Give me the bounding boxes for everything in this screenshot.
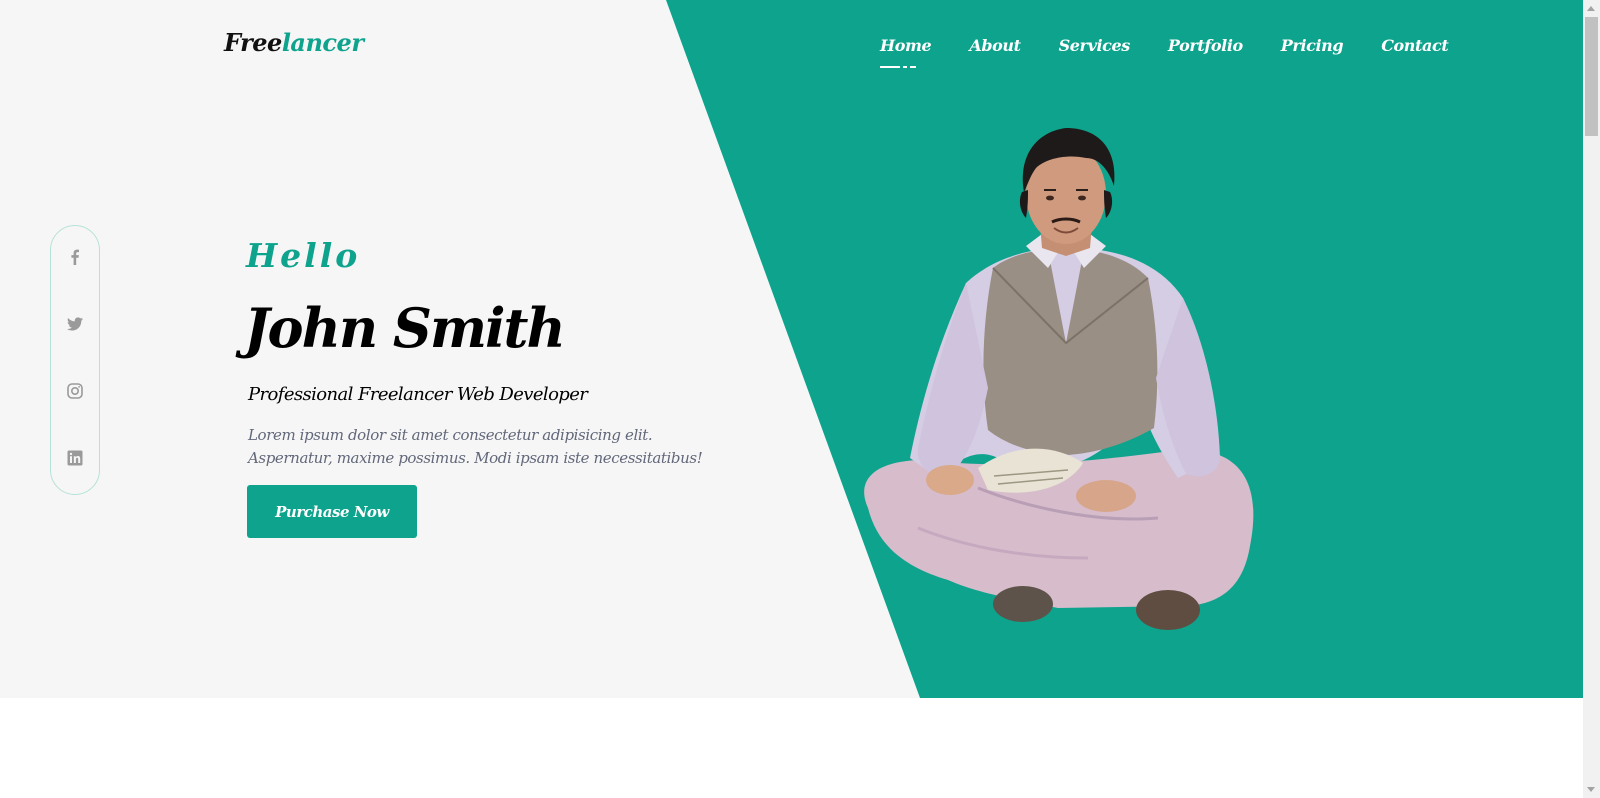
instagram-icon[interactable] — [66, 382, 84, 400]
main-nav: Home About Services Portfolio Pricing Co… — [880, 36, 1486, 68]
nav-contact[interactable]: Contact — [1381, 36, 1449, 55]
social-links — [50, 225, 100, 495]
facebook-icon[interactable] — [66, 248, 84, 266]
vertical-scrollbar[interactable] — [1583, 0, 1600, 798]
brand-logo-part1: Free — [224, 28, 282, 57]
purchase-now-button[interactable]: Purchase Now — [247, 485, 417, 538]
nav-pricing[interactable]: Pricing — [1281, 36, 1344, 55]
scrollbar-thumb[interactable] — [1585, 17, 1598, 136]
nav-portfolio[interactable]: Portfolio — [1168, 36, 1243, 55]
twitter-icon[interactable] — [66, 315, 84, 333]
nav-about[interactable]: About — [969, 36, 1021, 55]
scroll-down-arrow-icon[interactable] — [1587, 787, 1595, 792]
brand-logo[interactable]: Freelancer — [224, 28, 364, 57]
hero-section: Freelancer Home About Services Portfolio… — [0, 0, 1583, 698]
hero-description: Lorem ipsum dolor sit amet consectetur a… — [248, 426, 703, 467]
hero-green-background — [666, 0, 1583, 698]
hero-portrait-image — [864, 128, 1254, 630]
scroll-up-arrow-icon[interactable] — [1587, 6, 1595, 11]
brand-logo-part2: lancer — [281, 28, 364, 57]
hero-title: Professional Freelancer Web Developer — [248, 384, 588, 405]
nav-home[interactable]: Home — [880, 36, 932, 68]
nav-services[interactable]: Services — [1059, 36, 1131, 55]
linkedin-icon[interactable] — [66, 449, 84, 467]
hero-greeting: Hello — [246, 236, 361, 275]
hero-name: John Smith — [244, 296, 566, 360]
